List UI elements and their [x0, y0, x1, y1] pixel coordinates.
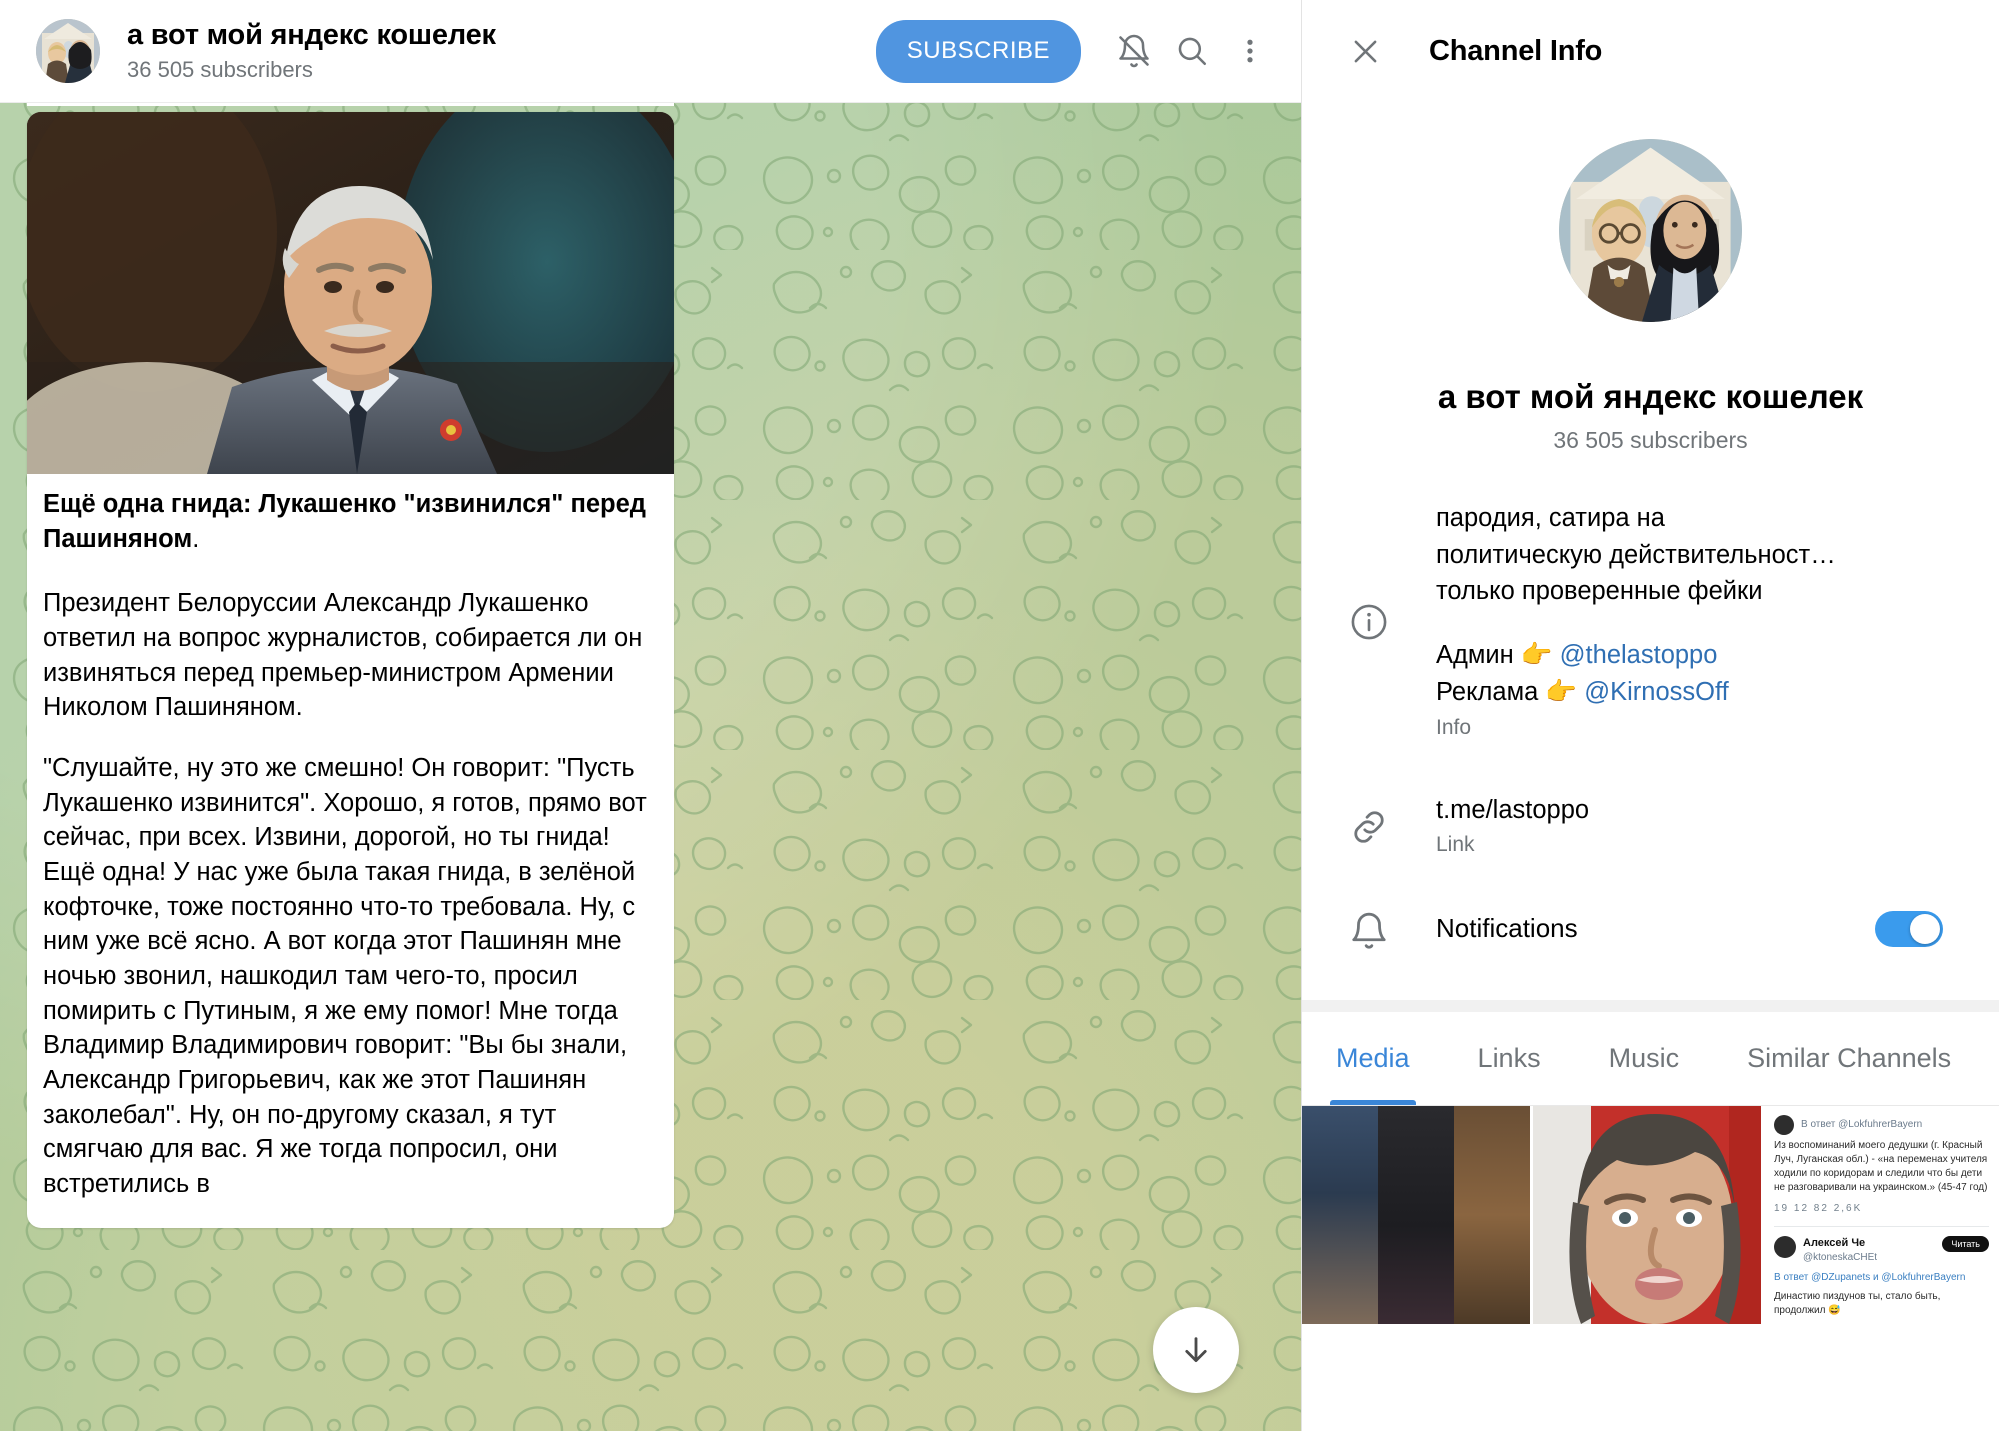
info-notifications-row[interactable]: Notifications [1302, 890, 1999, 984]
tweet-reply-line: В ответ @DZupanets и @LokfuhrerBayern [1774, 1272, 1966, 1284]
chat-title: а вот мой яндекс кошелек [127, 19, 496, 51]
post-photo-art [27, 112, 674, 474]
post-headline-tail: . [192, 524, 200, 553]
tab-music[interactable]: Music [1575, 1012, 1714, 1106]
post-photo[interactable] [27, 112, 674, 474]
link-row-label: Link [1436, 833, 1475, 857]
channel-name: а вот мой яндекс кошелек [1437, 378, 1864, 415]
post-paragraph-2: Президент Белоруссии Александр Лукашенко… [43, 589, 643, 722]
channel-info-panel: Channel Info а вот мой яндекс кошелек 36… [1301, 0, 1999, 1431]
thumb-art [1302, 1105, 1530, 1324]
subscribe-button[interactable]: SUBSCRIBE [875, 19, 1081, 83]
description-line-3: только проверенные фейки [1436, 577, 1763, 606]
post-paragraph-3: "Слушайте, ну это же смешно! Он говорит:… [43, 754, 647, 1199]
channel-post-bubble[interactable]: Ещё одна гнида: Лукашенко "извинился" пе… [27, 112, 674, 1228]
tweet-last-line: Династию пиздунов ты, стало быть, продол… [1774, 1290, 1941, 1316]
chat-header-avatar[interactable] [36, 19, 100, 83]
admin-handle-link[interactable]: @thelastoppo [1560, 641, 1718, 669]
link-content: t.me/lastoppo Link [1400, 792, 1969, 858]
ads-handle-link[interactable]: @KirnossOff [1584, 678, 1728, 706]
info-description-row[interactable]: пародия, сатира на политическую действит… [1302, 500, 1999, 740]
channel-info-title: Channel Info [1429, 35, 1603, 67]
channel-info-scroll[interactable]: а вот мой яндекс кошелек 36 505 subscrib… [1302, 103, 1999, 1431]
tweet-author-handle: @ktoneskaCHEt [1803, 1252, 1878, 1264]
post-headline-bold: Ещё одна гнида: Лукашенко "извинился" пе… [43, 490, 646, 553]
link-icon [1338, 802, 1400, 848]
toggle-knob [1910, 913, 1940, 944]
tweet-stats: 19 12 82 2,6K [1774, 1203, 1863, 1215]
tab-similar-channels[interactable]: Similar Channels [1713, 1012, 1985, 1106]
channel-subscribers: 36 505 subscribers [1553, 427, 1748, 453]
close-icon[interactable] [1336, 23, 1394, 81]
chat-header: а вот мой яндекс кошелек 36 505 subscrib… [0, 0, 1301, 103]
bell-icon [1338, 906, 1400, 952]
panel-tabs: Media Links Music Similar Channels [1302, 1012, 1999, 1106]
ads-line: Реклама 👉 @KirnossOff [1436, 674, 1969, 711]
arrow-down-icon [1185, 1337, 1207, 1363]
more-vertical-icon[interactable] [1221, 22, 1279, 80]
channel-info-header: Channel Info [1302, 0, 1999, 103]
tweet-body: Из воспоминаний моего дедушки (г. Красны… [1774, 1139, 1988, 1194]
channel-avatar[interactable] [1559, 139, 1742, 322]
info-link-row[interactable]: t.me/lastoppo Link [1302, 778, 1999, 872]
thumb-figure [1533, 1105, 1761, 1324]
panel-divider [1302, 999, 1999, 1012]
tweet-divider [1774, 1225, 1989, 1227]
avatar-art [1559, 139, 1742, 322]
description-line-2: политическую действительност… [1436, 540, 1836, 569]
media-thumb-three-women[interactable] [1302, 1105, 1530, 1324]
telegram-app-window: Ещё одна гнида: Лукашенко "извинился" пе… [0, 0, 1999, 1431]
info-circle-icon [1338, 597, 1400, 643]
chat-column: Ещё одна гнида: Лукашенко "извинился" пе… [0, 0, 1301, 1431]
post-text: Ещё одна гнида: Лукашенко "извинился" пе… [27, 474, 674, 1202]
ads-label: Реклама 👉 [1436, 677, 1585, 706]
channel-profile-block: а вот мой яндекс кошелек 36 505 subscrib… [1302, 103, 1999, 454]
admin-line: Админ 👉 @thelastoppo [1436, 637, 1969, 674]
search-icon[interactable] [1163, 22, 1221, 80]
info-row-label: Info [1436, 715, 1472, 739]
tab-media[interactable]: Media [1302, 1012, 1444, 1106]
media-thumb-portrait[interactable] [1533, 1105, 1761, 1324]
bell-muted-icon[interactable] [1105, 22, 1163, 80]
description-line-1: пародия, сатира на [1436, 504, 1665, 532]
channel-description: пародия, сатира на политическую действит… [1436, 500, 1969, 610]
tab-links[interactable]: Links [1444, 1012, 1575, 1106]
tweet-reply-to: В ответ @LokfuhrerBayern [1801, 1118, 1923, 1130]
channel-link-value[interactable]: t.me/lastoppo [1436, 792, 1969, 829]
info-description-content: пародия, сатира на политическую действит… [1400, 500, 1969, 740]
tweet-author-avatar [1774, 1235, 1796, 1258]
post-headline: Ещё одна гнида: Лукашенко "извинился" пе… [43, 487, 658, 556]
tweet-read-button[interactable]: Читать [1942, 1235, 1989, 1253]
chat-header-texts: а вот мой яндекс кошелек 36 505 subscrib… [127, 19, 876, 83]
chat-subscribers: 36 505 subscribers [127, 57, 313, 82]
media-thumb-tweet[interactable]: В ответ @LokfuhrerBayern Из воспоминаний… [1764, 1105, 1999, 1324]
message-bubble-group: Ещё одна гнида: Лукашенко "извинился" пе… [27, 0, 674, 1228]
notifications-label: Notifications [1436, 913, 1578, 944]
avatar-art [36, 19, 100, 83]
channel-info-rows: пародия, сатира на политическую действит… [1302, 500, 1999, 984]
media-grid: В ответ @LokfuhrerBayern Из воспоминаний… [1302, 1105, 1999, 1324]
tweet-screenshot: В ответ @LokfuhrerBayern Из воспоминаний… [1764, 1105, 1999, 1324]
tweet-avatar [1774, 1114, 1794, 1135]
admin-label: Админ 👉 [1436, 641, 1560, 670]
notifications-toggle[interactable] [1875, 910, 1943, 947]
scroll-to-bottom-button[interactable] [1153, 1307, 1239, 1393]
